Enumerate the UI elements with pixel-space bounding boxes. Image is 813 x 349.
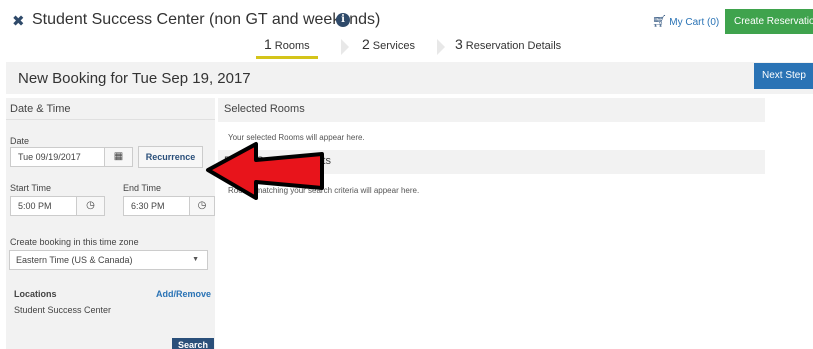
add-remove-link[interactable]: Add/Remove (156, 289, 211, 299)
dropdown-caret-icon: ▼ (192, 256, 199, 263)
create-reservation-button[interactable]: Create Reservation (725, 9, 813, 34)
step-label: Reservation Details (465, 40, 562, 52)
booking-header: New Booking for Tue Sep 19, 2017 (6, 62, 813, 94)
start-time-input[interactable]: 5:00 PM (10, 196, 77, 216)
step-separator (437, 39, 445, 55)
step-number: 2 (362, 36, 370, 52)
end-time-input[interactable]: 6:30 PM (123, 196, 190, 216)
step-services[interactable]: 2 Services (362, 36, 415, 58)
cart-label: My Cart (0) (669, 17, 720, 28)
date-input[interactable]: Tue 09/19/2017 (10, 147, 105, 167)
step-rooms[interactable]: 1 Rooms (256, 36, 318, 59)
clock-icon[interactable]: ◷ (76, 196, 105, 216)
timezone-select[interactable]: Eastern Time (US & Canada) ▼ (9, 250, 208, 270)
step-reservation-details[interactable]: 3 Reservation Details (455, 36, 561, 58)
timezone-label: Create booking in this time zone (10, 237, 139, 247)
close-icon[interactable]: ✖ (12, 12, 25, 30)
my-cart-link[interactable]: 🛒︎ My Cart (0) (652, 14, 719, 28)
cart-icon: 🛒︎ (652, 14, 668, 28)
date-time-heading: Date & Time (6, 98, 215, 120)
arrow-shape (206, 142, 324, 200)
timezone-value: Eastern Time (US & Canada) (16, 255, 133, 265)
step-number: 1 (264, 36, 272, 52)
step-separator (341, 39, 349, 55)
end-time-label: End Time (123, 183, 162, 193)
step-label: Rooms (274, 40, 310, 52)
calendar-icon[interactable]: ▦ (104, 147, 133, 167)
recurrence-button[interactable]: Recurrence (138, 146, 203, 168)
booking-title: New Booking for Tue Sep 19, 2017 (18, 70, 251, 87)
selected-rooms-heading: Selected Rooms (218, 98, 765, 122)
start-time-label: Start Time (10, 183, 52, 193)
locations-label: Locations (14, 289, 57, 299)
search-button[interactable]: Search (172, 338, 214, 349)
annotation-arrow-icon (206, 142, 324, 200)
location-value: Student Success Center (14, 305, 112, 315)
step-label: Services (372, 40, 415, 52)
date-label: Date (10, 136, 30, 146)
info-icon[interactable]: i (336, 13, 350, 27)
step-number: 3 (455, 36, 463, 52)
page-title: Student Success Center (non GT and weeke… (32, 11, 381, 28)
next-step-button[interactable]: Next Step (754, 63, 813, 89)
